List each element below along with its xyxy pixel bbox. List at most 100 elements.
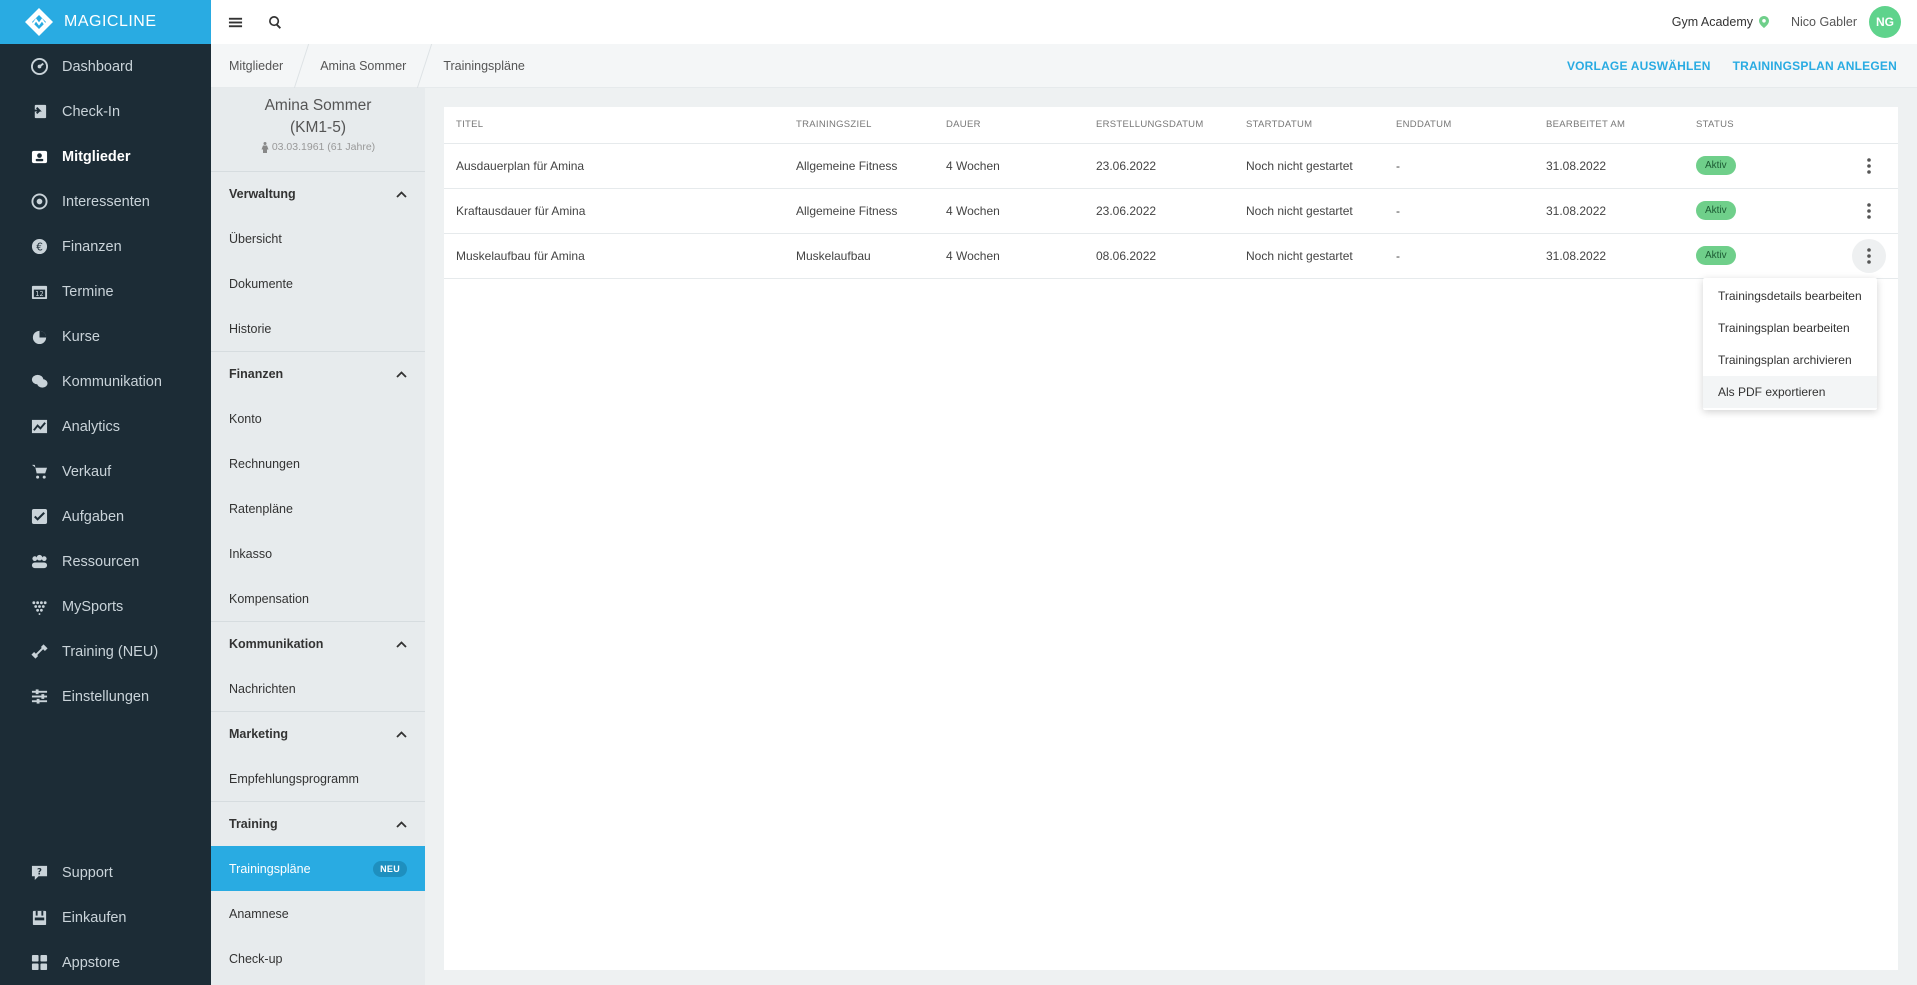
table-row[interactable]: Muskelaufbau für Amina Muskelaufbau 4 Woch…: [444, 233, 1898, 279]
nav-item-support[interactable]: ? Support: [0, 850, 211, 895]
nav-item-einstellungen[interactable]: Einstellungen: [0, 674, 211, 719]
nav-item-termine[interactable]: 12 Termine: [0, 269, 211, 314]
nav-item-label: Training (NEU): [62, 643, 159, 660]
column-header-titel[interactable]: TITEL: [444, 107, 784, 144]
magicline-logo-icon: [25, 8, 53, 36]
subnav-item-dokumente[interactable]: Dokumente: [211, 261, 425, 306]
subnav-item-label: Historie: [229, 321, 272, 336]
subnav-item-nachrichten[interactable]: Nachrichten: [211, 666, 425, 711]
nav-item-label: Finanzen: [62, 238, 122, 255]
nav-item-mysports[interactable]: MySports: [0, 584, 211, 629]
cell-start: Noch nicht gestartet: [1234, 188, 1384, 234]
section-title: Marketing: [229, 727, 289, 741]
select-template-button[interactable]: VORLAGE AUSWÄHLEN: [1567, 59, 1711, 73]
nav-item-verkauf[interactable]: Verkauf: [0, 449, 211, 494]
row-menu-button[interactable]: [1852, 149, 1886, 183]
menu-toggle-button[interactable]: [215, 0, 255, 44]
row-menu-button[interactable]: [1852, 238, 1886, 273]
menu-item-trainingsplan-bearbeiten[interactable]: Trainingsplan bearbeiten: [1703, 312, 1877, 344]
column-header-erstellungsdatum[interactable]: ERSTELLUNGSDATUM: [1084, 107, 1234, 144]
section-header-verwaltung[interactable]: Verwaltung: [211, 171, 425, 216]
search-button[interactable]: [255, 0, 295, 44]
subnav-item-check-up[interactable]: Check-up: [211, 936, 425, 981]
nav-item-label: Termine: [62, 283, 114, 300]
nav-item-analytics[interactable]: Analytics: [0, 404, 211, 449]
subnav-item-label: Konto: [229, 411, 262, 426]
nav-item-label: MySports: [62, 598, 124, 615]
finance-icon: €: [30, 238, 48, 256]
column-header-trainingsziel[interactable]: TRAININGSZIEL: [784, 107, 934, 144]
user-avatar[interactable]: NG: [1869, 6, 1901, 38]
cell-status: Aktiv: [1684, 188, 1804, 234]
section-title: Kommunikation: [229, 637, 324, 651]
nav-item-dashboard[interactable]: Dashboard: [0, 44, 211, 89]
brand-header[interactable]: MAGICLINE: [0, 0, 211, 44]
row-menu-button[interactable]: [1852, 194, 1886, 228]
nav-item-finanzen[interactable]: € Finanzen: [0, 224, 211, 269]
section-header-finanzen[interactable]: Finanzen: [211, 351, 425, 396]
breadcrumb-item-member[interactable]: Amina Sommer: [302, 44, 424, 88]
column-header-status[interactable]: STATUS: [1684, 107, 1804, 144]
subnav-item-inkasso[interactable]: Inkasso: [211, 531, 425, 576]
column-header-startdatum[interactable]: STARTDATUM: [1234, 107, 1384, 144]
cell-end: -: [1384, 233, 1534, 279]
nav-item-mitglieder[interactable]: Mitglieder: [0, 134, 211, 179]
nav-item-appstore[interactable]: Appstore: [0, 940, 211, 985]
cell-title: Kraftausdauer für Amina: [444, 188, 784, 234]
cart-icon: [30, 463, 48, 481]
members-icon: [30, 148, 48, 166]
menu-item-trainingsdetails-bearbeiten[interactable]: Trainingsdetails bearbeiten: [1703, 280, 1877, 312]
chat-icon: [30, 373, 48, 391]
column-header-bearbeitet-am[interactable]: BEARBEITET AM: [1534, 107, 1684, 144]
cell-goal: Muskelaufbau: [784, 233, 934, 279]
nav-item-label: Appstore: [62, 954, 121, 971]
subnav-item-trainingsplaene[interactable]: Trainingspläne NEU: [211, 846, 425, 891]
analytics-icon: [30, 418, 48, 436]
section-header-kommunikation[interactable]: Kommunikation: [211, 621, 425, 666]
subnav-item-uebersicht[interactable]: Übersicht: [211, 216, 425, 261]
subnav-item-rechnungen[interactable]: Rechnungen: [211, 441, 425, 486]
nav-item-check-in[interactable]: Check-In: [0, 89, 211, 134]
nav-item-einkaufen[interactable]: Einkaufen: [0, 895, 211, 940]
create-training-plan-button[interactable]: TRAININGSPLAN ANLEGEN: [1733, 59, 1897, 73]
cell-edited: 31.08.2022: [1534, 143, 1684, 189]
shop-icon: [30, 909, 48, 927]
nav-item-kommunikation[interactable]: Kommunikation: [0, 359, 211, 404]
member-dob-text: 03.03.1961 (61 Jahre): [271, 141, 376, 153]
nav-item-label: Kurse: [62, 328, 100, 345]
nav-item-label: Verkauf: [62, 463, 112, 480]
table-row[interactable]: Kraftausdauer für Amina Allgemeine Fitnes…: [444, 188, 1898, 234]
table-row[interactable]: Ausdauerplan für Amina Allgemeine Fitness…: [444, 143, 1898, 189]
subnav-item-konto[interactable]: Konto: [211, 396, 425, 441]
nav-item-interessenten[interactable]: Interessenten: [0, 179, 211, 224]
subnav-item-anamnese[interactable]: Anamnese: [211, 891, 425, 936]
subnav-item-ratenplaene[interactable]: Ratenpläne: [211, 486, 425, 531]
hamburger-icon: [228, 17, 242, 27]
member-name: Amina Sommer: [264, 97, 372, 114]
status-badge: Aktiv: [1696, 156, 1736, 175]
cell-actions: [1804, 143, 1898, 189]
column-header-dauer[interactable]: DAUER: [934, 107, 1084, 144]
nav-item-ressourcen[interactable]: Ressourcen: [0, 539, 211, 584]
cell-created: 08.06.2022: [1084, 233, 1234, 279]
section-header-training[interactable]: Training: [211, 801, 425, 846]
nav-item-training-neu[interactable]: Training (NEU): [0, 629, 211, 674]
studio-selector[interactable]: Gym Academy: [1672, 15, 1769, 29]
column-header-enddatum[interactable]: ENDDATUM: [1384, 107, 1534, 144]
more-vertical-icon: [1867, 247, 1871, 264]
section-header-marketing[interactable]: Marketing: [211, 711, 425, 756]
status-badge: Aktiv: [1696, 201, 1736, 220]
subnav-item-historie[interactable]: Historie: [211, 306, 425, 351]
subnav-item-empfehlungsprogramm[interactable]: Empfehlungsprogramm: [211, 756, 425, 801]
svg-text:?: ?: [37, 867, 42, 877]
support-icon: ?: [30, 864, 48, 882]
menu-item-als-pdf-exportieren[interactable]: Als PDF exportieren: [1703, 376, 1877, 408]
breadcrumb-item-members[interactable]: Mitglieder: [211, 44, 301, 88]
check-in-icon: [30, 103, 48, 121]
nav-item-kurse[interactable]: Kurse: [0, 314, 211, 359]
member-id: (KM1-5): [290, 119, 346, 136]
menu-item-trainingsplan-archivieren[interactable]: Trainingsplan archivieren: [1703, 344, 1877, 376]
subnav-item-kompensation[interactable]: Kompensation: [211, 576, 425, 621]
user-name[interactable]: Nico Gabler: [1791, 15, 1857, 29]
nav-item-aufgaben[interactable]: Aufgaben: [0, 494, 211, 539]
